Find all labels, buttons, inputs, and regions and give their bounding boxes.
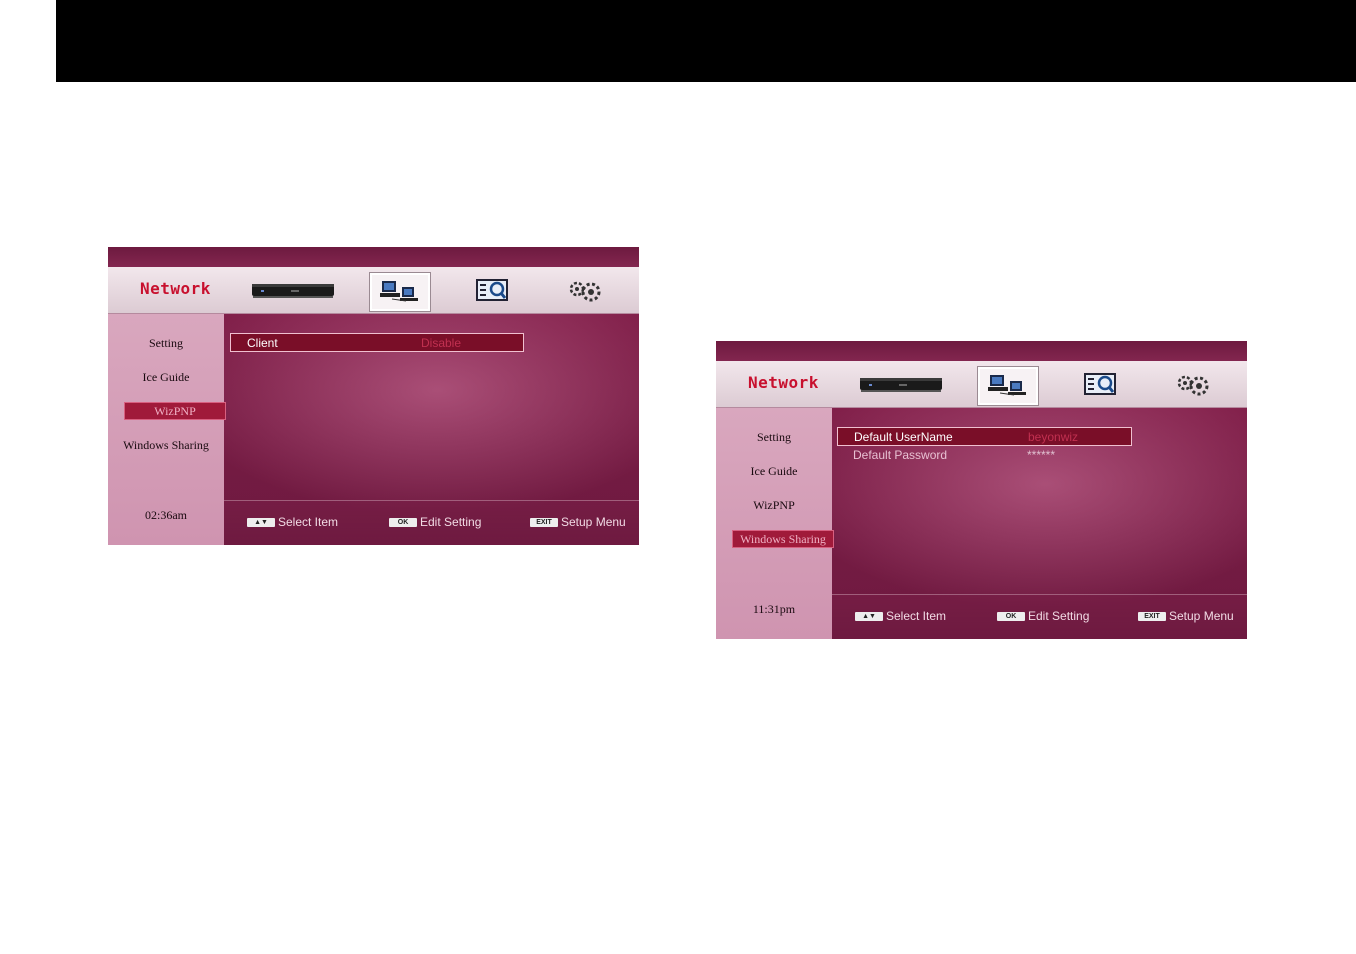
menu-header: Network [108, 267, 639, 314]
receiver-icon[interactable] [856, 367, 946, 401]
sidebar-item-wizpnp[interactable]: WizPNP [124, 402, 226, 420]
ok-key-icon: OK [997, 611, 1025, 621]
hint-edit-setting: OK Edit Setting [389, 515, 481, 529]
menu-header: Network [716, 361, 1247, 408]
sidebar-item-wizpnp[interactable]: WizPNP [716, 498, 832, 513]
setting-value: Disable [421, 336, 462, 350]
exit-key-icon: EXIT [1138, 611, 1166, 621]
hint-bar: ▲▼ Select Item OK Edit Setting EXIT Setu… [224, 500, 639, 545]
sidebar-item-setting[interactable]: Setting [716, 430, 832, 445]
network-menu-screen-windows-sharing: Network Setting Ice Guide WizPNP Windows… [716, 341, 1247, 639]
sidebar-item-windows-sharing[interactable]: Windows Sharing [108, 438, 224, 453]
sidebar-item-windows-sharing[interactable]: Windows Sharing [732, 530, 834, 548]
setting-row-default-password[interactable]: Default Password ****** [837, 446, 1129, 464]
sidebar-item-ice-guide[interactable]: Ice Guide [108, 370, 224, 385]
hint-select-item: ▲▼ Select Item [247, 515, 338, 529]
sidebar-item-setting[interactable]: Setting [108, 336, 224, 351]
setting-value: ****** [1027, 448, 1056, 462]
setting-label: Default Password [853, 448, 948, 462]
ok-key-icon: OK [389, 517, 417, 527]
receiver-icon[interactable] [248, 273, 338, 307]
network-icon[interactable] [370, 273, 430, 311]
top-black-bar [56, 0, 1356, 82]
gear-icon[interactable] [1168, 367, 1218, 401]
exit-key-icon: EXIT [530, 517, 558, 527]
setting-label: Default UserName [854, 430, 953, 444]
network-menu-screen-wizpnp: Network Setting Ice Guide WizPNP Windows… [108, 247, 639, 545]
hint-select-item: ▲▼ Select Item [855, 609, 946, 623]
sidebar: Setting Ice Guide WizPNP Windows Sharing… [108, 314, 226, 545]
setting-value: beyonwiz [1028, 430, 1079, 444]
search-icon[interactable] [468, 273, 518, 307]
menu-title: Network [140, 279, 211, 298]
hint-setup-menu: EXIT Setup Menu [530, 515, 626, 529]
search-icon[interactable] [1076, 367, 1126, 401]
sidebar: Setting Ice Guide WizPNP Windows Sharing… [716, 408, 834, 639]
setting-row-default-username[interactable]: Default UserName beyonwiz [837, 427, 1132, 446]
hint-edit-setting: OK Edit Setting [997, 609, 1089, 623]
clock-time: 11:31pm [752, 602, 796, 616]
menu-title: Network [748, 373, 819, 392]
hint-bar: ▲▼ Select Item OK Edit Setting EXIT Setu… [832, 594, 1247, 639]
clock-time: 02:36am [145, 508, 187, 522]
gear-icon[interactable] [560, 273, 610, 307]
hint-setup-menu: EXIT Setup Menu [1138, 609, 1234, 623]
sidebar-item-ice-guide[interactable]: Ice Guide [716, 464, 832, 479]
setting-label: Client [247, 336, 278, 350]
setting-row-client[interactable]: Client Disable [230, 333, 524, 352]
arrow-keys-icon: ▲▼ [247, 517, 275, 527]
arrow-keys-icon: ▲▼ [855, 611, 883, 621]
network-icon[interactable] [978, 367, 1038, 405]
